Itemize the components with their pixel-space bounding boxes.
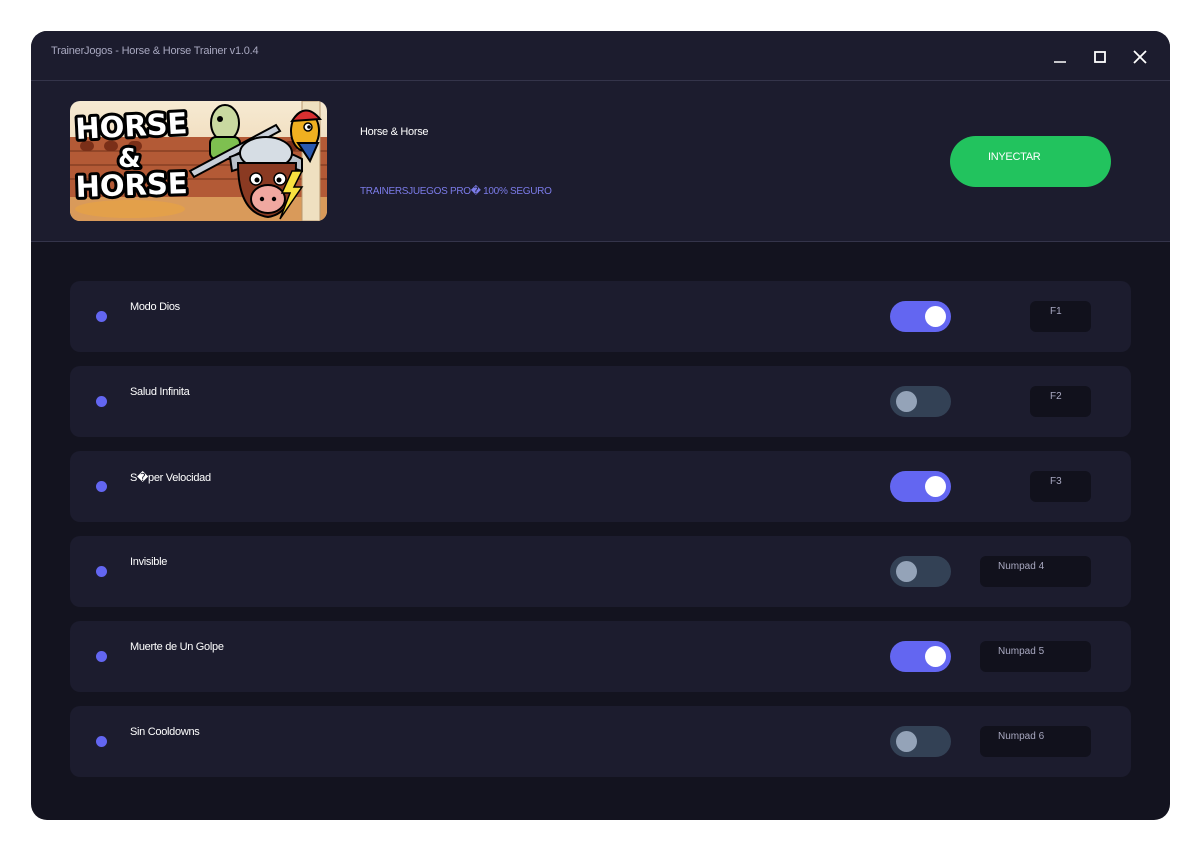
status-dot-icon	[96, 566, 107, 577]
cheat-label: Muerte de Un Golpe	[130, 641, 224, 653]
inject-button[interactable]: INYECTAR	[950, 136, 1111, 187]
game-banner-image: HORSE & HORSE	[70, 101, 327, 221]
game-header: HORSE & HORSE Horse & Horse TRAINERSJUEG…	[31, 81, 1170, 242]
cheat-row-invisible: Invisible Numpad 4	[70, 536, 1131, 607]
trainer-window: TrainerJogos - Horse & Horse Trainer v1.…	[31, 31, 1170, 820]
cheat-toggle[interactable]	[890, 556, 951, 587]
cheat-label: Sin Cooldowns	[130, 726, 200, 738]
title-bar[interactable]: TrainerJogos - Horse & Horse Trainer v1.…	[31, 31, 1170, 81]
minimize-icon	[1054, 61, 1066, 63]
cheat-row-modo-dios: Modo Dios F1	[70, 281, 1131, 352]
svg-text:HORSE: HORSE	[75, 106, 189, 146]
hotkey-button[interactable]: Numpad 6	[980, 726, 1091, 757]
minimize-button[interactable]	[1047, 44, 1073, 70]
cheat-row-sin-cooldowns: Sin Cooldowns Numpad 6	[70, 706, 1131, 777]
trainer-tagline: TRAINERSJUEGOS PRO� 100% SEGURO	[360, 186, 552, 197]
toggle-knob	[925, 646, 946, 667]
status-dot-icon	[96, 736, 107, 747]
close-button[interactable]	[1127, 44, 1153, 70]
maximize-icon	[1094, 51, 1106, 63]
cheat-toggle[interactable]	[890, 301, 951, 332]
hotkey-button[interactable]: F1	[1030, 301, 1091, 332]
cheat-row-super-velocidad: S�per Velocidad F3	[70, 451, 1131, 522]
status-dot-icon	[96, 481, 107, 492]
status-dot-icon	[96, 311, 107, 322]
toggle-knob	[925, 306, 946, 327]
cheat-toggle[interactable]	[890, 726, 951, 757]
toggle-knob	[896, 731, 917, 752]
toggle-knob	[896, 561, 917, 582]
hotkey-button[interactable]: F2	[1030, 386, 1091, 417]
hotkey-label: Numpad 6	[998, 731, 1045, 742]
cheat-toggle[interactable]	[890, 471, 951, 502]
cheat-toggle[interactable]	[890, 386, 951, 417]
toggle-knob	[896, 391, 917, 412]
hotkey-label: Numpad 4	[998, 561, 1045, 572]
status-dot-icon	[96, 396, 107, 407]
hotkey-label: F3	[1050, 476, 1062, 487]
cheat-label: Invisible	[130, 556, 168, 568]
game-title: Horse & Horse	[360, 126, 429, 138]
hotkey-button[interactable]: Numpad 5	[980, 641, 1091, 672]
window-title: TrainerJogos - Horse & Horse Trainer v1.…	[51, 45, 259, 57]
cheat-row-salud-infinita: Salud Infinita F2	[70, 366, 1131, 437]
maximize-button[interactable]	[1087, 44, 1113, 70]
inject-button-label: INYECTAR	[988, 151, 1041, 163]
hotkey-label: F1	[1050, 306, 1062, 317]
cheat-label: S�per Velocidad	[130, 472, 211, 484]
cheat-label: Modo Dios	[130, 301, 180, 313]
cheat-row-muerte-de-un-golpe: Muerte de Un Golpe Numpad 5	[70, 621, 1131, 692]
cheat-toggle[interactable]	[890, 641, 951, 672]
cheat-label: Salud Infinita	[130, 386, 190, 398]
hotkey-label: Numpad 5	[998, 646, 1045, 657]
status-dot-icon	[96, 651, 107, 662]
close-icon	[1133, 50, 1147, 64]
hotkey-button[interactable]: Numpad 4	[980, 556, 1091, 587]
hotkey-button[interactable]: F3	[1030, 471, 1091, 502]
hotkey-label: F2	[1050, 391, 1062, 402]
toggle-knob	[925, 476, 946, 497]
svg-text:HORSE: HORSE	[75, 166, 188, 204]
